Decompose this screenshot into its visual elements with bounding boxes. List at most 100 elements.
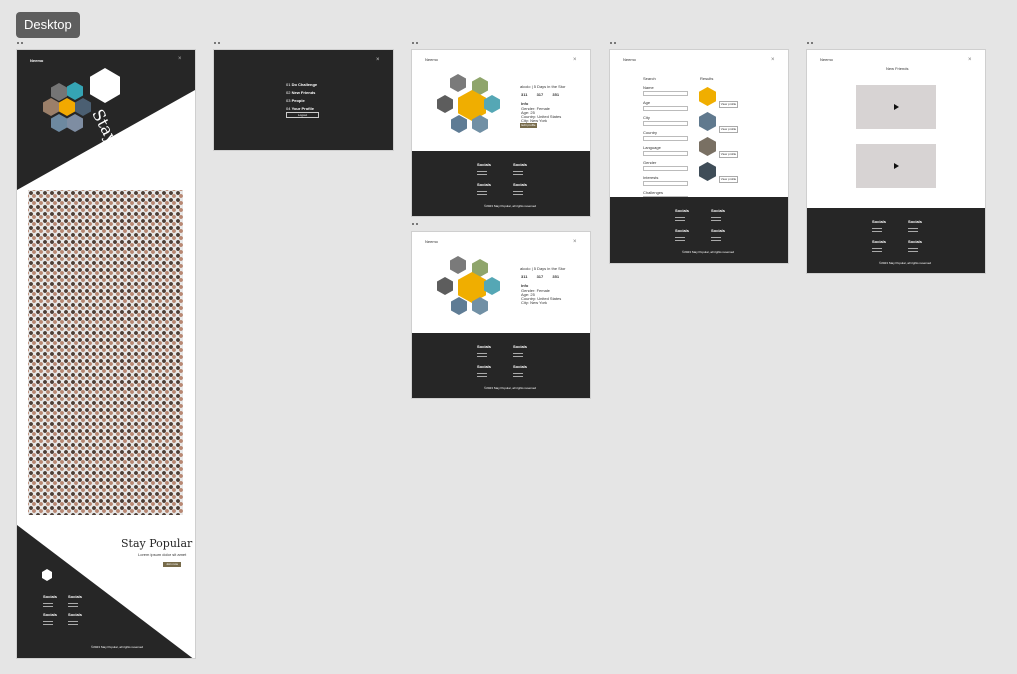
friends-title: New Friends [886,66,909,71]
result-button[interactable]: View profile [719,101,738,108]
field-label: Age [643,100,651,105]
footer-social: Socials [711,228,725,238]
search-field[interactable] [643,106,688,111]
close-icon[interactable]: × [573,57,577,63]
footer-social: Socials [872,239,886,249]
field-label: Gender [643,160,657,165]
footer: Socials Socials Socials Socials ©2023 St… [807,208,985,273]
bottom-title: Stay Popular [121,537,193,550]
close-icon[interactable]: × [968,57,972,63]
field-label: Country [643,130,658,135]
friends-frame[interactable]: Neemo × New Friends Socials Socials Soci… [807,50,985,273]
close-icon[interactable]: × [376,57,380,63]
frame-menu-dots[interactable] [17,42,27,62]
frame-menu-dots[interactable] [214,42,224,62]
search-field[interactable] [643,181,688,186]
page-label[interactable]: Desktop [16,12,80,38]
brand: Neemo [820,57,833,62]
footer-social: Socials [477,344,491,354]
footer-social: Socials [675,208,689,218]
copyright: ©2023 Stay Popular, all rights reserved [91,645,144,649]
menu-number: 01 [286,82,291,87]
play-icon[interactable] [894,104,899,110]
footer-social: Socials [513,364,527,374]
result-button[interactable]: View profile [719,176,738,183]
frame-menu-dots[interactable] [610,42,620,62]
profile-hex [484,277,500,295]
frame-menu-dots[interactable] [412,42,422,62]
profile-hex [437,277,453,295]
footer-social: Socials [908,239,922,249]
field-label: Language [643,145,661,150]
copyright: ©2023 Stay Popular, all rights reserved [682,250,735,254]
copyright: ©2023 Stay Popular, all rights reserved [484,386,537,390]
profile-hex [437,95,453,113]
footer-social: Socials [872,219,886,229]
result-avatar [699,137,716,156]
close-icon[interactable]: × [178,56,182,62]
result-button[interactable]: View profile [719,151,738,158]
search-field[interactable] [643,136,688,141]
profile-frame-top[interactable]: Neemo × alcolo | 5 Days in the Stor 311 … [412,50,590,216]
profile-hex [450,74,466,92]
profile-frame-bottom[interactable]: Neemo × alcolo | 5 Days in the Stor 311 … [412,232,590,398]
bottom-subtitle: Lorem ipsum dolor sit amet [138,552,187,557]
footer: Socials Socials Socials Socials ©2023 St… [412,333,590,398]
footer-social: Socials [908,219,922,229]
search-frame[interactable]: Neemo × Search Results Name Age City Cou… [610,50,788,263]
stat-value: 351 [552,274,560,279]
landing-brand: Neemo [30,58,44,63]
stat-value: 311 [521,274,528,279]
footer: Socials Socials Socials Socials ©2023 St… [412,151,590,216]
brand: Neemo [623,57,636,62]
profile-name: alcolo | 5 Days in the Stor [520,84,566,89]
footer-social: Socials [477,364,491,374]
footer-social: Socials [477,162,491,172]
brand: Neemo [425,57,438,62]
close-icon[interactable]: × [771,57,775,63]
field-label: Name [643,85,654,90]
frame-menu-dots[interactable] [807,42,817,62]
menu-frame[interactable]: × 01 Do Challenge 02 New Friends 03 Peop… [214,50,393,150]
footer-social: Socials [43,612,57,622]
footer-social: Socials [513,182,527,192]
menu-item[interactable]: People [292,98,305,103]
profile-hex [484,95,500,113]
stat-value: 317 [536,92,544,97]
search-field[interactable] [643,91,688,96]
field-label: Challenges [643,190,664,195]
result-avatar [699,162,716,181]
result-button[interactable]: View profile [719,126,738,133]
footer-social: Socials [513,162,527,172]
result-avatar [699,112,716,131]
footer-social: Socials [68,594,82,604]
logout-button[interactable]: Logout [286,112,319,118]
footer-social: Socials [675,228,689,238]
close-icon[interactable]: × [573,239,577,245]
result-avatar [699,87,716,106]
profile-hex [451,115,467,133]
copyright: ©2023 Stay Popular, all rights reserved [484,204,537,208]
brand: Neemo [425,239,438,244]
search-field[interactable] [643,166,688,171]
menu-number: 02 [286,90,291,95]
search-form: Name Age City Country Language Gender In… [643,85,688,205]
menu-item[interactable]: Do Challenge [292,82,318,87]
menu-item[interactable]: Your Profile [292,106,314,111]
field-label: City [643,115,650,120]
edit-profile-button[interactable]: Edit profile [520,123,537,128]
join-button[interactable]: Join now [163,562,181,567]
stat-value: 317 [536,274,544,279]
stat-value: 311 [521,92,528,97]
search-field[interactable] [643,121,688,126]
search-field[interactable] [643,151,688,156]
people-mosaic [28,190,183,515]
menu-item[interactable]: New Friends [292,90,316,95]
footer-social: Socials [68,612,82,622]
results-title: Results [700,76,714,81]
footer-social: Socials [43,594,57,604]
frame-menu-dots[interactable] [412,223,422,243]
menu-number: 04 [286,106,291,111]
info-line: City: New York [521,300,548,305]
play-icon[interactable] [894,163,899,169]
